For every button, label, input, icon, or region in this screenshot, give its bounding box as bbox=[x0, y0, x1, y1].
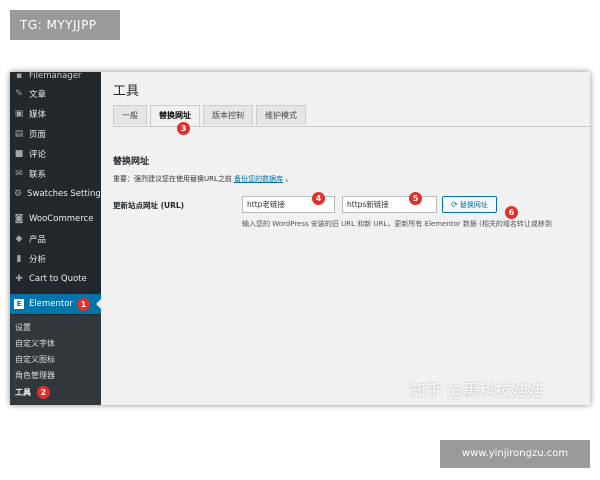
sidebar-item-contact[interactable]: ✉ 联系 bbox=[10, 164, 101, 184]
sidebar-item-analytics[interactable]: ▮ 分析 bbox=[10, 249, 101, 269]
bar-chart-icon: ▮ bbox=[16, 254, 22, 264]
sync-icon: ⟳ bbox=[451, 200, 458, 209]
box-icon: ◆ bbox=[15, 234, 23, 244]
submenu-item-settings[interactable]: 设置 bbox=[15, 322, 31, 333]
step-badge-5: 5 bbox=[409, 192, 422, 205]
notice-text: 重要：强烈建议您在使用替换URL之前 bbox=[113, 175, 232, 183]
elementor-submenu: 设置 自定义字体 自定义图标 角色管理器 工具 2 bbox=[10, 315, 101, 405]
notice-suffix: 。 bbox=[285, 175, 293, 183]
tab-replace-url[interactable]: 替换网址 bbox=[150, 105, 200, 127]
sidebar-item-label: Cart to Quote bbox=[29, 274, 87, 284]
sidebar-item-label: 分析 bbox=[29, 255, 47, 265]
sidebar-item-label: Filemanager bbox=[29, 72, 82, 81]
step-badge-1: 1 bbox=[76, 297, 90, 311]
replace-url-button[interactable]: ⟳ 替换网址 bbox=[442, 196, 497, 213]
woo-icon: ◙ bbox=[14, 214, 24, 224]
backup-database-link[interactable]: 备份您的数据库 bbox=[234, 175, 283, 183]
page: TG: MYYJJPP ▪ Filemanager ✎ 文章 ▣ 媒体 ▤ 页面… bbox=[0, 0, 600, 480]
backup-notice: 重要：强烈建议您在使用替换URL之前 备份您的数据库 。 bbox=[113, 174, 292, 184]
mail-icon: ✉ bbox=[15, 169, 23, 179]
zhihu-watermark: 知乎 @黑科技娃娃 bbox=[410, 381, 544, 400]
section-title: 替换网址 bbox=[113, 157, 150, 167]
sidebar-item-elementor[interactable]: E Elementor 1 bbox=[10, 294, 101, 314]
sidebar-item-label: 评论 bbox=[29, 150, 47, 160]
tg-watermark: TG: MYYJJPP bbox=[10, 10, 120, 40]
main-content: 工具 一般 替换网址 版本控制 维护模式 3 替换网址 重要：强烈建议您在使用替… bbox=[101, 72, 590, 405]
sidebar-item-products[interactable]: ◆ 产品 bbox=[10, 229, 101, 249]
replace-url-help-text: 输入您的 WordPress 安装的旧 URL 和新 URL，更新所有 Elem… bbox=[242, 220, 552, 228]
submenu-item-label: 工具 bbox=[15, 388, 31, 397]
pin-icon: ✎ bbox=[15, 89, 23, 99]
gear-icon: ⚙ bbox=[14, 189, 23, 199]
step-badge-6: 6 bbox=[505, 206, 518, 219]
folder-icon: ▪ bbox=[15, 72, 23, 81]
tab-maintenance-mode[interactable]: 维护模式 bbox=[256, 105, 306, 125]
sidebar-item-swatches-settings[interactable]: ⚙ Swatches Settings bbox=[10, 184, 101, 204]
sidebar-item-posts[interactable]: ✎ 文章 bbox=[10, 84, 101, 104]
step-badge-3: 3 bbox=[177, 122, 190, 135]
submenu-item-role-manager[interactable]: 角色管理器 bbox=[15, 370, 55, 381]
submenu-item-custom-fonts[interactable]: 自定义字体 bbox=[15, 338, 55, 349]
page-title: 工具 bbox=[113, 84, 140, 99]
submenu-item-tools[interactable]: 工具 2 bbox=[15, 386, 50, 399]
media-icon: ▣ bbox=[14, 109, 24, 119]
submenu-item-custom-icons[interactable]: 自定义图标 bbox=[15, 354, 55, 365]
sidebar-item-pages[interactable]: ▤ 页面 bbox=[10, 124, 101, 144]
sidebar-item-woocommerce[interactable]: ◙ WooCommerce bbox=[10, 209, 101, 229]
sidebar-item-media[interactable]: ▣ 媒体 bbox=[10, 104, 101, 124]
site-watermark: www.yinjirongzu.com bbox=[440, 440, 590, 468]
sidebar-item-cart-to-quote[interactable]: ✚ Cart to Quote bbox=[10, 269, 101, 289]
replace-url-button-label: 替换网址 bbox=[459, 201, 488, 209]
tab-general[interactable]: 一般 bbox=[113, 105, 147, 125]
update-url-label: 更新站点网址 (URL) bbox=[113, 201, 185, 210]
sidebar-item-comments[interactable]: ■ 评论 bbox=[10, 144, 101, 164]
step-badge-4: 4 bbox=[312, 192, 325, 205]
sidebar-item-label: Elementor bbox=[29, 299, 73, 309]
sidebar-item-label: 联系 bbox=[29, 170, 47, 180]
sidebar-item-label: Swatches Settings bbox=[27, 189, 101, 199]
sidebar-item-label: 产品 bbox=[29, 235, 47, 245]
step-badge-2: 2 bbox=[36, 386, 50, 399]
sidebar-item-label: 媒体 bbox=[29, 110, 47, 120]
page-icon: ▤ bbox=[14, 129, 24, 139]
sidebar-item-label: 文章 bbox=[29, 90, 47, 100]
elementor-icon: E bbox=[14, 299, 24, 309]
sidebar-item-label: 页面 bbox=[29, 130, 47, 140]
tab-bar: 一般 替换网址 版本控制 维护模式 bbox=[113, 105, 309, 127]
new-url-input[interactable]: https新链接 bbox=[342, 196, 437, 213]
tab-version-control[interactable]: 版本控制 bbox=[203, 105, 253, 125]
sidebar-item-label: WooCommerce bbox=[29, 214, 94, 224]
wp-admin-screenshot: ▪ Filemanager ✎ 文章 ▣ 媒体 ▤ 页面 ■ 评论 ✉ 联系 ⚙… bbox=[10, 72, 590, 405]
comment-icon: ■ bbox=[14, 149, 24, 159]
admin-sidebar: ▪ Filemanager ✎ 文章 ▣ 媒体 ▤ 页面 ■ 评论 ✉ 联系 ⚙… bbox=[10, 72, 101, 405]
cart-icon: ✚ bbox=[15, 274, 23, 284]
